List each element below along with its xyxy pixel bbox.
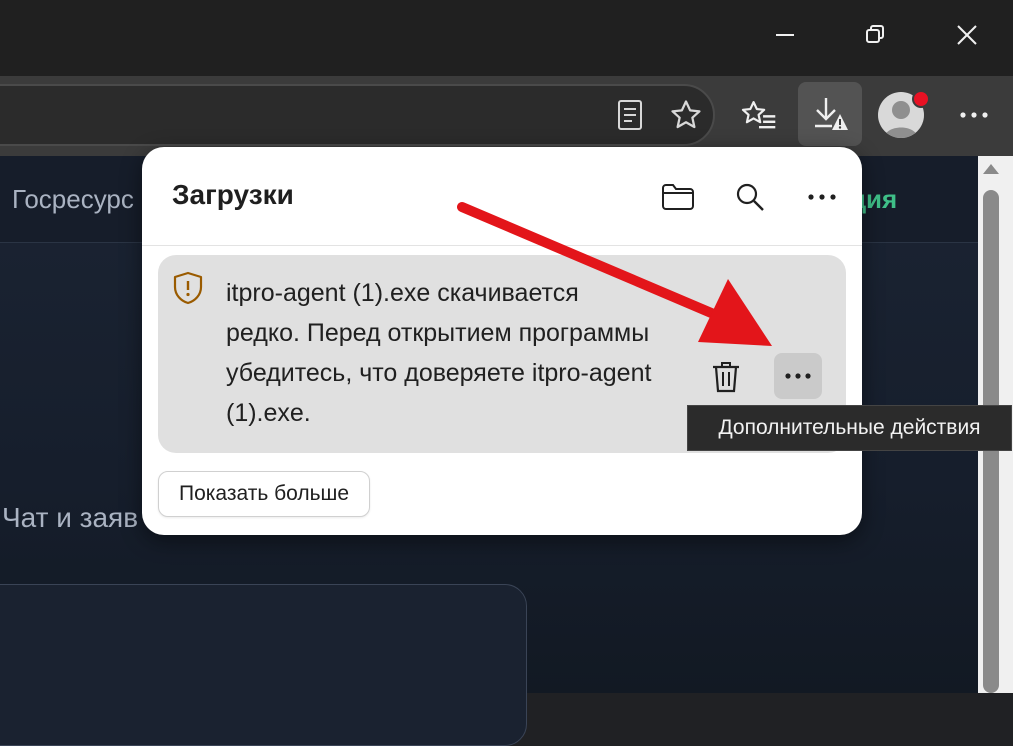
restore-button[interactable]: [852, 10, 898, 60]
search-downloads-button[interactable]: [726, 173, 774, 221]
restore-icon: [866, 25, 884, 43]
show-more-button[interactable]: Показать больше: [158, 471, 371, 517]
content-card: [0, 584, 527, 746]
scroll-up-arrow-icon[interactable]: [983, 164, 999, 174]
star-icon: [671, 100, 701, 129]
folder-icon: [662, 184, 694, 210]
download-warning-icon: [815, 98, 848, 130]
more-icon: [960, 112, 988, 118]
close-icon: [957, 25, 977, 45]
minimize-icon: [776, 34, 794, 36]
warning-shield-icon: [172, 271, 204, 310]
chat-heading: Чат и заяв: [2, 502, 139, 533]
settings-more-button[interactable]: [952, 93, 996, 137]
downloads-button[interactable]: [798, 82, 862, 146]
downloads-more-options-button[interactable]: [798, 173, 846, 221]
notification-dot: [912, 90, 930, 108]
search-icon: [736, 183, 764, 211]
minimize-button[interactable]: [762, 10, 808, 60]
more-icon: [785, 373, 811, 379]
more-icon: [808, 194, 836, 200]
download-warning-message: itpro-agent (1).exe скачивается редко. П…: [226, 279, 652, 427]
open-folder-button[interactable]: [654, 173, 702, 221]
more-actions-tooltip: Дополнительные действия: [687, 405, 1012, 451]
trash-icon: [713, 362, 739, 393]
title-bar: [0, 0, 1013, 76]
add-favorite-button[interactable]: [664, 93, 708, 137]
downloads-flyout: Загрузки itpro-agent (1).exe скачивается…: [142, 147, 862, 535]
divider: [142, 245, 862, 246]
address-bar[interactable]: [0, 84, 715, 146]
reading-view-icon: [618, 100, 642, 130]
more-actions-button[interactable]: [774, 353, 822, 399]
downloads-title: Загрузки: [172, 179, 294, 210]
favorites-icon: [741, 101, 776, 129]
nav-link-gosresurs[interactable]: Госресурс: [12, 184, 134, 215]
browser-toolbar: [0, 76, 1013, 156]
delete-download-button[interactable]: [702, 353, 750, 401]
reading-view-button[interactable]: [610, 93, 650, 137]
close-button[interactable]: [944, 10, 990, 60]
favorites-button[interactable]: [736, 93, 782, 137]
